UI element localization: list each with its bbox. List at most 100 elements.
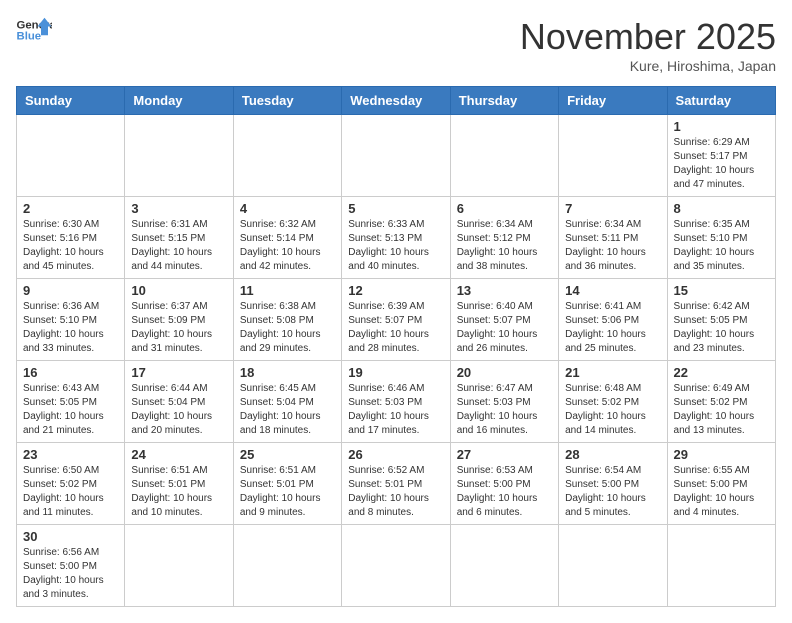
calendar-cell: 4Sunrise: 6:32 AM Sunset: 5:14 PM Daylig… [233, 197, 341, 279]
day-number: 27 [457, 447, 552, 462]
day-number: 2 [23, 201, 118, 216]
day-info: Sunrise: 6:46 AM Sunset: 5:03 PM Dayligh… [348, 382, 443, 438]
month-title: November 2025 [520, 16, 776, 58]
day-info: Sunrise: 6:55 AM Sunset: 5:00 PM Dayligh… [674, 464, 769, 520]
day-info: Sunrise: 6:39 AM Sunset: 5:07 PM Dayligh… [348, 300, 443, 356]
calendar-cell: 5Sunrise: 6:33 AM Sunset: 5:13 PM Daylig… [342, 197, 450, 279]
calendar-row: 9 Sunrise: 6:36 AM Sunset: 5:10 PM Daylig… [17, 279, 776, 361]
day-info: Sunrise: 6:31 AM Sunset: 5:15 PM Dayligh… [131, 218, 226, 274]
calendar-cell: 22 Sunrise: 6:49 AM Sunset: 5:02 PM Dayli… [667, 361, 775, 443]
day-number: 3 [131, 201, 226, 216]
day-number: 13 [457, 283, 552, 298]
day-info: Sunrise: 6:54 AM Sunset: 5:00 PM Dayligh… [565, 464, 660, 520]
svg-text:Blue: Blue [17, 31, 42, 43]
calendar-cell: 10 Sunrise: 6:37 AM Sunset: 5:09 PM Dayli… [125, 279, 233, 361]
calendar-cell [342, 525, 450, 607]
day-number: 16 [23, 365, 118, 380]
location-subtitle: Kure, Hiroshima, Japan [520, 58, 776, 74]
day-info: Sunrise: 6:51 AM Sunset: 5:01 PM Dayligh… [131, 464, 226, 520]
calendar-row: 16 Sunrise: 6:43 AM Sunset: 5:05 PM Dayli… [17, 361, 776, 443]
day-info: Sunrise: 6:38 AM Sunset: 5:08 PM Dayligh… [240, 300, 335, 356]
day-number: 1 [674, 119, 769, 134]
day-number: 8 [674, 201, 769, 216]
day-number: 28 [565, 447, 660, 462]
day-info: Sunrise: 6:52 AM Sunset: 5:01 PM Dayligh… [348, 464, 443, 520]
calendar-cell: 2 Sunrise: 6:30 AM Sunset: 5:16 PM Daylig… [17, 197, 125, 279]
day-info: Sunrise: 6:37 AM Sunset: 5:09 PM Dayligh… [131, 300, 226, 356]
header-wednesday: Wednesday [342, 87, 450, 115]
calendar-cell: 21Sunrise: 6:48 AM Sunset: 5:02 PM Dayli… [559, 361, 667, 443]
calendar-cell: 27Sunrise: 6:53 AM Sunset: 5:00 PM Dayli… [450, 443, 558, 525]
calendar-cell [233, 115, 341, 197]
calendar-cell [342, 115, 450, 197]
day-number: 9 [23, 283, 118, 298]
weekday-header-row: Sunday Monday Tuesday Wednesday Thursday… [17, 87, 776, 115]
calendar-row: 2 Sunrise: 6:30 AM Sunset: 5:16 PM Daylig… [17, 197, 776, 279]
calendar-cell [559, 115, 667, 197]
calendar-table: Sunday Monday Tuesday Wednesday Thursday… [16, 86, 776, 607]
calendar-cell: 11 Sunrise: 6:38 AM Sunset: 5:08 PM Dayli… [233, 279, 341, 361]
day-number: 29 [674, 447, 769, 462]
calendar-cell: 9 Sunrise: 6:36 AM Sunset: 5:10 PM Daylig… [17, 279, 125, 361]
day-number: 17 [131, 365, 226, 380]
calendar-cell [450, 525, 558, 607]
calendar-cell: 16 Sunrise: 6:43 AM Sunset: 5:05 PM Dayli… [17, 361, 125, 443]
day-number: 10 [131, 283, 226, 298]
day-info: Sunrise: 6:45 AM Sunset: 5:04 PM Dayligh… [240, 382, 335, 438]
day-number: 14 [565, 283, 660, 298]
calendar-cell [667, 525, 775, 607]
logo: General Blue [16, 16, 52, 44]
day-info: Sunrise: 6:43 AM Sunset: 5:05 PM Dayligh… [23, 382, 118, 438]
day-info: Sunrise: 6:49 AM Sunset: 5:02 PM Dayligh… [674, 382, 769, 438]
day-info: Sunrise: 6:41 AM Sunset: 5:06 PM Dayligh… [565, 300, 660, 356]
calendar-cell [125, 525, 233, 607]
calendar-cell [450, 115, 558, 197]
logo-icon: General Blue [16, 16, 52, 44]
day-number: 20 [457, 365, 552, 380]
day-info: Sunrise: 6:32 AM Sunset: 5:14 PM Dayligh… [240, 218, 335, 274]
day-info: Sunrise: 6:34 AM Sunset: 5:12 PM Dayligh… [457, 218, 552, 274]
calendar-cell: 26Sunrise: 6:52 AM Sunset: 5:01 PM Dayli… [342, 443, 450, 525]
day-number: 6 [457, 201, 552, 216]
day-info: Sunrise: 6:44 AM Sunset: 5:04 PM Dayligh… [131, 382, 226, 438]
calendar-cell: 24 Sunrise: 6:51 AM Sunset: 5:01 PM Dayli… [125, 443, 233, 525]
day-number: 22 [674, 365, 769, 380]
day-number: 19 [348, 365, 443, 380]
calendar-row: 1Sunrise: 6:29 AM Sunset: 5:17 PM Daylig… [17, 115, 776, 197]
day-info: Sunrise: 6:56 AM Sunset: 5:00 PM Dayligh… [23, 546, 118, 602]
day-info: Sunrise: 6:36 AM Sunset: 5:10 PM Dayligh… [23, 300, 118, 356]
calendar-cell: 20Sunrise: 6:47 AM Sunset: 5:03 PM Dayli… [450, 361, 558, 443]
day-number: 11 [240, 283, 335, 298]
day-number: 15 [674, 283, 769, 298]
calendar-row: 30 Sunrise: 6:56 AM Sunset: 5:00 PM Dayli… [17, 525, 776, 607]
day-number: 23 [23, 447, 118, 462]
calendar-cell: 19 Sunrise: 6:46 AM Sunset: 5:03 PM Dayli… [342, 361, 450, 443]
calendar-cell: 18 Sunrise: 6:45 AM Sunset: 5:04 PM Dayli… [233, 361, 341, 443]
calendar-cell: 14 Sunrise: 6:41 AM Sunset: 5:06 PM Dayli… [559, 279, 667, 361]
header-tuesday: Tuesday [233, 87, 341, 115]
header-thursday: Thursday [450, 87, 558, 115]
calendar-cell [125, 115, 233, 197]
header-monday: Monday [125, 87, 233, 115]
calendar-cell: 8Sunrise: 6:35 AM Sunset: 5:10 PM Daylig… [667, 197, 775, 279]
day-number: 18 [240, 365, 335, 380]
day-number: 21 [565, 365, 660, 380]
day-info: Sunrise: 6:30 AM Sunset: 5:16 PM Dayligh… [23, 218, 118, 274]
calendar-cell: 6 Sunrise: 6:34 AM Sunset: 5:12 PM Daylig… [450, 197, 558, 279]
day-number: 7 [565, 201, 660, 216]
calendar-cell: 15 Sunrise: 6:42 AM Sunset: 5:05 PM Dayli… [667, 279, 775, 361]
calendar-cell: 25Sunrise: 6:51 AM Sunset: 5:01 PM Dayli… [233, 443, 341, 525]
day-number: 30 [23, 529, 118, 544]
calendar-cell: 12 Sunrise: 6:39 AM Sunset: 5:07 PM Dayli… [342, 279, 450, 361]
day-number: 12 [348, 283, 443, 298]
day-info: Sunrise: 6:50 AM Sunset: 5:02 PM Dayligh… [23, 464, 118, 520]
calendar-cell: 29 Sunrise: 6:55 AM Sunset: 5:00 PM Dayli… [667, 443, 775, 525]
calendar-cell: 13Sunrise: 6:40 AM Sunset: 5:07 PM Dayli… [450, 279, 558, 361]
day-info: Sunrise: 6:42 AM Sunset: 5:05 PM Dayligh… [674, 300, 769, 356]
calendar-row: 23 Sunrise: 6:50 AM Sunset: 5:02 PM Dayli… [17, 443, 776, 525]
calendar-cell: 23 Sunrise: 6:50 AM Sunset: 5:02 PM Dayli… [17, 443, 125, 525]
calendar-cell: 7Sunrise: 6:34 AM Sunset: 5:11 PM Daylig… [559, 197, 667, 279]
calendar-cell [233, 525, 341, 607]
day-number: 24 [131, 447, 226, 462]
day-number: 5 [348, 201, 443, 216]
